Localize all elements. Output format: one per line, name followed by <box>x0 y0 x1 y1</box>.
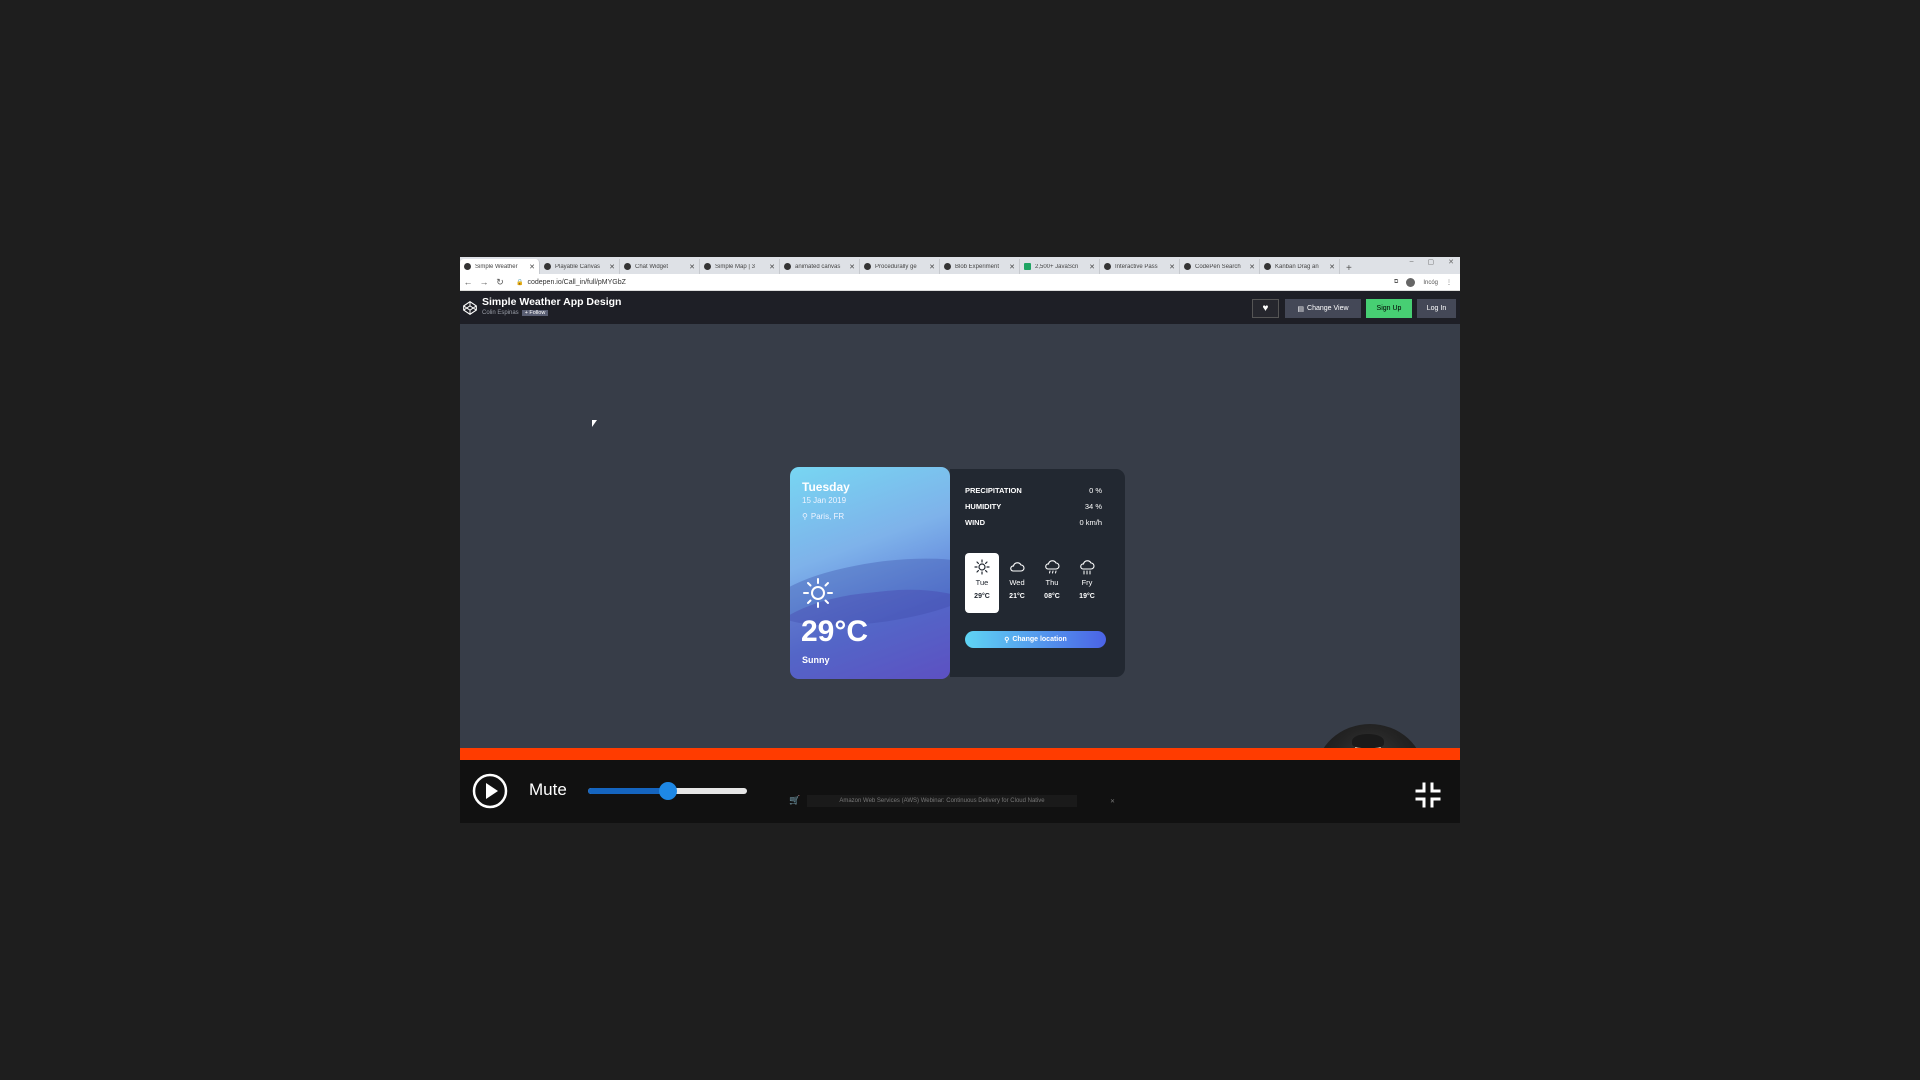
profile-icon[interactable] <box>1406 278 1416 287</box>
humidity-row: HUMIDITY 34 % <box>965 502 1102 511</box>
browser-tab[interactable]: Playable Canvas ✕ <box>540 259 620 274</box>
map-favicon-icon <box>704 263 711 270</box>
weather-description: Sunny <box>802 655 830 665</box>
codepen-favicon-icon <box>624 263 631 270</box>
pen-title: Simple Weather App Design <box>482 296 622 308</box>
codepen-logo-icon[interactable] <box>463 301 477 315</box>
ad-banner[interactable]: Amazon Web Services (AWS) Webinar: Conti… <box>807 795 1077 807</box>
video-progress-bar[interactable] <box>460 748 1460 760</box>
close-icon[interactable]: ✕ <box>1249 263 1255 271</box>
codepen-favicon-icon <box>1104 263 1111 270</box>
video-controls: Mute 🛒 Amazon Web Services (AWS) Webinar… <box>460 760 1460 823</box>
browser-tab[interactable]: Simple Weather ✕ <box>460 259 540 274</box>
close-icon[interactable]: ✕ <box>1169 263 1175 271</box>
author-name[interactable]: Colin Espinas <box>482 310 519 316</box>
cart-icon: 🛒 <box>789 795 801 805</box>
cloud-storm-icon <box>1080 560 1095 575</box>
codepen-favicon-icon <box>864 263 871 270</box>
exit-fullscreen-icon[interactable] <box>1415 782 1441 808</box>
change-view-button[interactable]: ▤ Change View <box>1285 299 1361 318</box>
sun-icon <box>974 559 990 575</box>
close-icon[interactable]: ✕ <box>1329 263 1335 271</box>
weather-date: 15 Jan 2019 <box>802 496 847 505</box>
sun-icon <box>803 578 833 608</box>
close-icon[interactable]: ✕ <box>1009 263 1015 271</box>
wind-row: WIND 0 km/h <box>965 518 1102 527</box>
codepen-favicon-icon <box>544 263 551 270</box>
location-pin-icon: ⚲ <box>1004 636 1010 644</box>
close-icon[interactable]: ✕ <box>849 263 855 271</box>
close-icon[interactable]: ✕ <box>609 263 615 271</box>
forecast-day[interactable]: Fry 19°C <box>1070 553 1104 613</box>
browser-tab-bar: Simple Weather ✕ Playable Canvas ✕ Chat Wi… <box>460 257 1460 274</box>
address-bar-actions: ⧉ Incóg ⋮ <box>1394 278 1452 287</box>
volume-fill <box>588 788 668 794</box>
browser-tab[interactable]: Simple Map | 3 ✕ <box>700 259 780 274</box>
codepen-favicon-icon <box>1184 263 1191 270</box>
current-temperature: 29°C <box>801 615 869 648</box>
codepen-favicon-icon <box>784 263 791 270</box>
codepen-favicon-icon <box>944 263 951 270</box>
reload-icon[interactable]: ↻ <box>492 277 508 288</box>
window-controls: – ▢ ✕ <box>1410 258 1454 266</box>
weather-day: Tuesday <box>802 480 850 494</box>
new-tab-button[interactable]: + <box>1340 263 1358 274</box>
close-icon[interactable]: ✕ <box>929 263 935 271</box>
menu-icon[interactable]: ⋮ <box>1446 279 1452 286</box>
url-field[interactable]: 🔒 codepen.io/Call_in/full/pMYGbZ <box>516 279 626 286</box>
weather-info-panel: PRECIPITATION 0 % HUMIDITY 34 % WIND 0 km/h… <box>950 469 1125 677</box>
video-frame: Simple Weather ✕ Playable Canvas ✕ Chat Wi… <box>460 257 1460 823</box>
browser-tab[interactable]: Procedurally ge ✕ <box>860 259 940 274</box>
log-in-button[interactable]: Log In <box>1417 299 1456 318</box>
volume-slider[interactable] <box>588 782 747 800</box>
weather-location: ⚲ Paris, FR <box>802 512 845 521</box>
browser-tab[interactable]: Chat Widget ✕ <box>620 259 700 274</box>
codepen-favicon-icon <box>464 263 471 270</box>
sign-up-button[interactable]: Sign Up <box>1366 299 1412 318</box>
maximize-button[interactable]: ▢ <box>1428 258 1435 266</box>
forecast-day[interactable]: Wed 21°C <box>1000 553 1034 613</box>
change-location-button[interactable]: ⚲ Change location <box>965 631 1106 648</box>
lock-icon: 🔒 <box>516 279 524 286</box>
location-pin-icon: ⚲ <box>802 512 808 521</box>
sheet-favicon-icon <box>1024 263 1031 270</box>
minimize-button[interactable]: – <box>1410 258 1414 266</box>
browser-tab[interactable]: Interactive Pass ✕ <box>1100 259 1180 274</box>
weather-card: Tuesday 15 Jan 2019 ⚲ Paris, FR 29°C Sunn… <box>790 467 950 679</box>
close-icon[interactable]: ✕ <box>769 263 775 271</box>
cloud-rain-icon <box>1045 560 1060 574</box>
follow-button[interactable]: + Follow <box>521 310 549 316</box>
play-icon[interactable] <box>472 773 508 809</box>
translate-icon[interactable]: ⧉ <box>1394 279 1398 286</box>
close-icon[interactable]: ✕ <box>1089 263 1095 271</box>
close-icon[interactable]: ✕ <box>689 263 695 271</box>
address-bar: ← → ↻ 🔒 codepen.io/Call_in/full/pMYGbZ ⧉ … <box>460 274 1460 291</box>
layout-icon: ▤ <box>1297 305 1305 313</box>
precipitation-row: PRECIPITATION 0 % <box>965 486 1102 495</box>
codepen-favicon-icon <box>1264 263 1271 270</box>
forecast-list: Tue 29°C Wed 21°C Thu 08°C Fry 19°C <box>965 553 1104 613</box>
pen-author: Colin Espinas + Follow <box>482 310 549 316</box>
forecast-day[interactable]: Thu 08°C <box>1035 553 1069 613</box>
close-icon[interactable]: ✕ <box>1110 798 1115 805</box>
heart-icon: ♥ <box>1262 303 1269 314</box>
profile-label: Incóg <box>1423 279 1438 286</box>
browser-tab[interactable]: CodePen Search ✕ <box>1180 259 1260 274</box>
browser-tab[interactable]: animated canvas ✕ <box>780 259 860 274</box>
browser-tab[interactable]: 2,500+ JavaScri ✕ <box>1020 259 1100 274</box>
heart-button[interactable]: ♥ <box>1252 299 1279 318</box>
close-window-button[interactable]: ✕ <box>1448 258 1454 266</box>
back-icon[interactable]: ← <box>460 277 476 287</box>
presenter-hair <box>1352 734 1384 748</box>
forecast-day[interactable]: Tue 29°C <box>965 553 999 613</box>
volume-knob[interactable] <box>658 782 677 800</box>
browser-tab[interactable]: Blob Experiment ✕ <box>940 259 1020 274</box>
close-icon[interactable]: ✕ <box>529 263 535 271</box>
browser-tab[interactable]: Kanban Drag an ✕ <box>1260 259 1340 274</box>
mouse-cursor-icon <box>592 420 599 427</box>
cloud-icon <box>1010 562 1025 572</box>
mute-button[interactable]: Mute <box>529 780 567 800</box>
codepen-header: Simple Weather App Design Colin Espinas +… <box>460 291 1460 324</box>
forward-icon[interactable]: → <box>476 277 492 287</box>
